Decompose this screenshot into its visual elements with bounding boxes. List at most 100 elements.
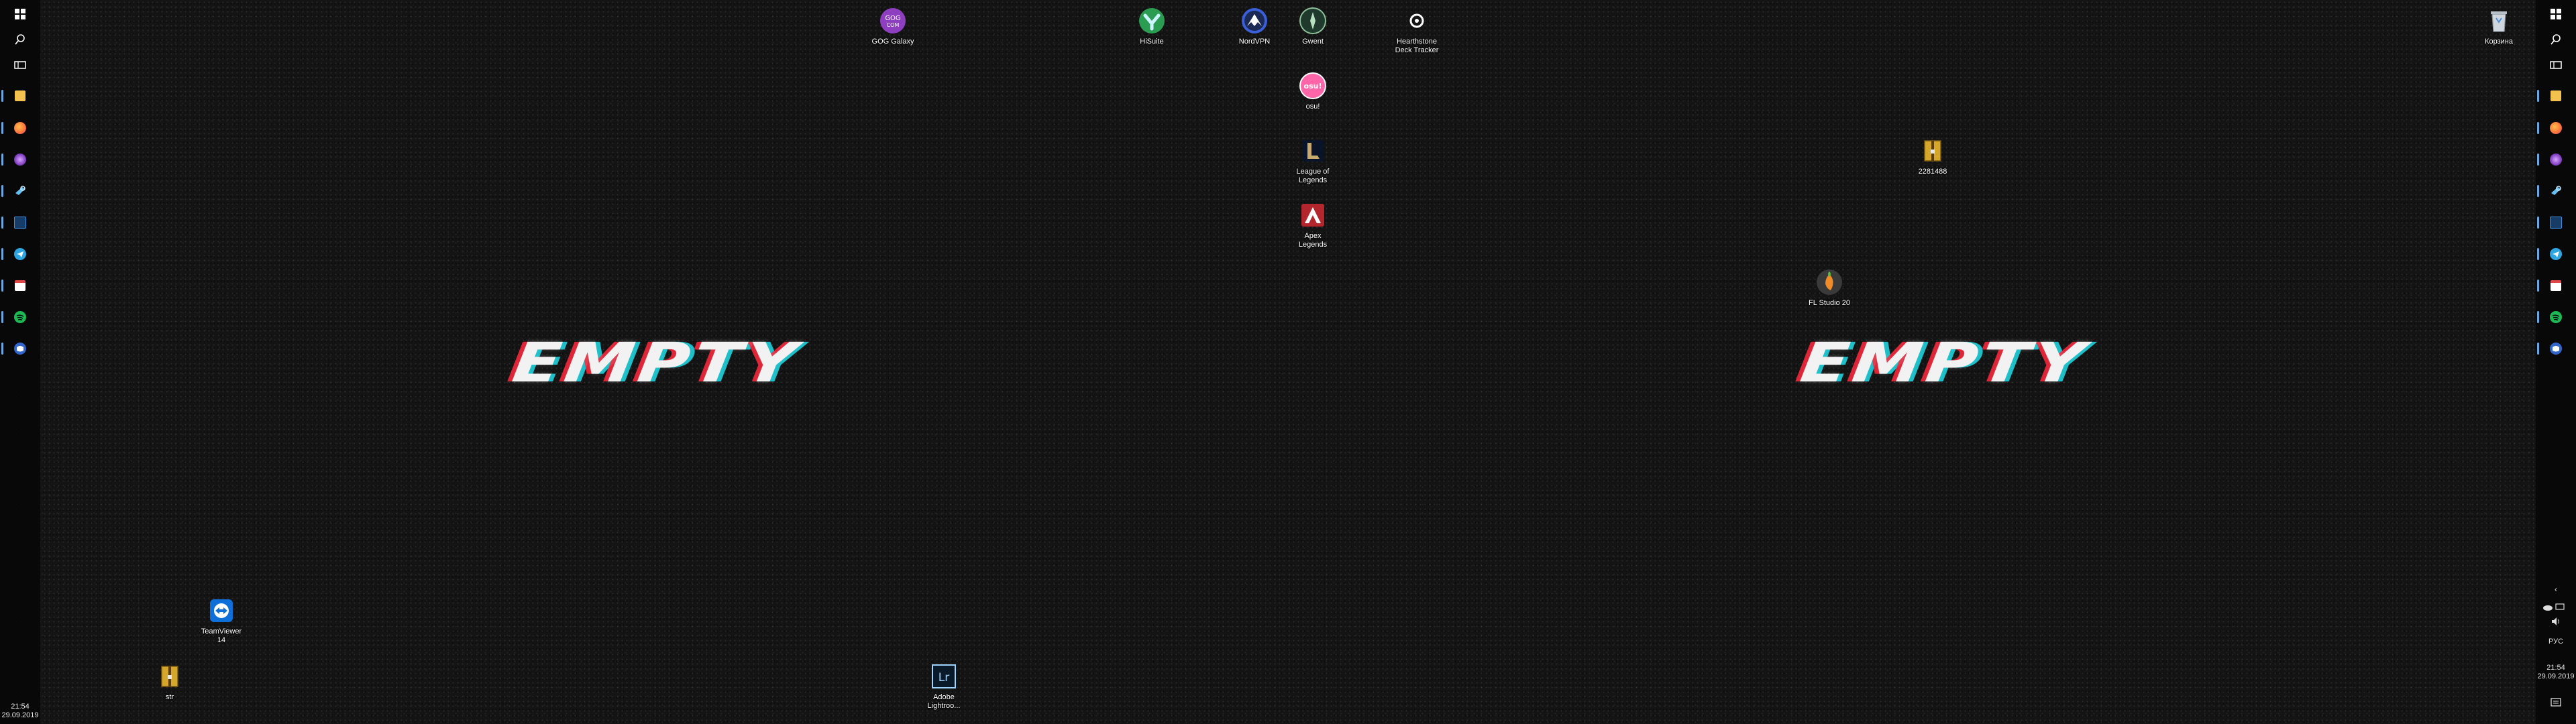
- tray-onedrive-network-icons[interactable]: [2542, 602, 2569, 611]
- volume-icon: [2552, 617, 2559, 625]
- desktop-icon-gwent[interactable]: Gwent: [1283, 5, 1343, 46]
- clock-date: 29.09.2019: [2537, 672, 2575, 680]
- lightroom-icon: Lr: [928, 661, 959, 692]
- taskbar-dota[interactable]: [1, 213, 30, 233]
- wallpaper-empty-text-left: EMPTY: [508, 330, 804, 395]
- clock-right[interactable]: 21:54 29.09.2019: [2536, 664, 2576, 681]
- telegram-icon: [14, 248, 26, 260]
- svg-text:COM: COM: [887, 22, 900, 28]
- archive-icon: [1917, 135, 1948, 166]
- start-icon: [15, 9, 25, 19]
- taskbar-telegram-right[interactable]: [2537, 244, 2566, 264]
- start-button[interactable]: [10, 4, 30, 24]
- taskbar-spotify-right[interactable]: [2537, 307, 2566, 327]
- taskbar-telegram[interactable]: [1, 244, 30, 264]
- search-button-right[interactable]: [2546, 29, 2566, 50]
- desktop-icon-label: HiSuite: [1140, 38, 1164, 46]
- desktop-icon-adobe-lightroom[interactable]: Lr Adobe Lightroo...: [914, 661, 974, 711]
- wallpaper-empty-text-right: EMPTY: [1796, 330, 2092, 395]
- task-view-button[interactable]: [10, 55, 30, 75]
- taskbar-steam-right[interactable]: [2537, 181, 2566, 201]
- desktop-icon-hisuite[interactable]: HiSuite: [1122, 5, 1182, 46]
- file-explorer-icon: [15, 90, 25, 101]
- desktop-icon-osu[interactable]: osu! osu!: [1283, 70, 1343, 111]
- taskbar-dota-right[interactable]: [2537, 213, 2566, 233]
- desktop-icon-label: GOG Galaxy: [871, 38, 914, 46]
- desktop-icon-fl-studio[interactable]: FL Studio 20: [1799, 267, 1860, 308]
- firefox-icon: [14, 122, 26, 134]
- taskbar-discord-right[interactable]: [2537, 339, 2566, 359]
- desktop-icon-teamviewer[interactable]: TeamViewer 14: [191, 595, 252, 645]
- language-indicator[interactable]: РУС: [2536, 638, 2576, 646]
- taskbar-discord[interactable]: [1, 339, 30, 359]
- hisuite-icon: [1136, 5, 1167, 36]
- tray-overflow-button[interactable]: ‹: [2536, 585, 2576, 594]
- desktop-icon-recycle-bin[interactable]: Корзина: [2469, 5, 2529, 46]
- spotify-icon: [2550, 311, 2562, 323]
- desktop-icon-label: Корзина: [2485, 38, 2513, 46]
- taskbar-file-explorer-right[interactable]: [2537, 86, 2566, 106]
- start-icon: [2551, 9, 2561, 19]
- desktop-icon-str[interactable]: str: [140, 661, 200, 702]
- start-button-right[interactable]: [2546, 4, 2566, 24]
- desktop-icon-label: osu!: [1305, 103, 1320, 111]
- taskbar-spotify[interactable]: [1, 307, 30, 327]
- taskbar-calendar-app[interactable]: [1, 276, 30, 296]
- telegram-icon: [2550, 248, 2562, 260]
- desktop-icon-label: Hearthstone Deck Tracker: [1395, 38, 1439, 54]
- gwent-icon: [1297, 5, 1328, 36]
- nordvpn-icon: [1239, 5, 1270, 36]
- archive-icon: [154, 661, 185, 692]
- taskbar-tor-browser[interactable]: [1, 149, 30, 170]
- steam-icon: [2551, 186, 2561, 195]
- taskbar-firefox[interactable]: [1, 118, 30, 138]
- taskbar-file-explorer[interactable]: [1, 86, 30, 106]
- teamviewer-icon: [206, 595, 237, 626]
- svg-text:GOG: GOG: [885, 15, 900, 22]
- desktop-icon-nordvpn[interactable]: NordVPN: [1224, 5, 1285, 46]
- desktop-icon-league-of-legends[interactable]: League of Legends: [1283, 135, 1343, 185]
- taskbar-steam[interactable]: [1, 181, 30, 201]
- tray-volume-button[interactable]: [2536, 617, 2576, 628]
- taskbar-tor-browser-right[interactable]: [2537, 149, 2566, 170]
- dota-icon: [14, 217, 26, 229]
- discord-icon: [14, 343, 26, 355]
- firefox-icon: [2550, 122, 2562, 134]
- taskbar-right: ‹ РУС 21:54 29.09.2019: [2536, 0, 2576, 724]
- desktop-icon-label: Gwent: [1302, 38, 1324, 46]
- recycle-bin-icon: [2483, 5, 2514, 36]
- task-view-icon: [2550, 61, 2562, 69]
- gog-galaxy-icon: GOG COM: [877, 5, 908, 36]
- clock-left[interactable]: 21:54 29.09.2019: [0, 703, 40, 720]
- deck-tracker-icon: [1401, 5, 1432, 36]
- desktop-icon-label: FL Studio 20: [1809, 299, 1850, 307]
- desktop-icon-2281488[interactable]: 2281488: [1902, 135, 1963, 176]
- task-view-icon: [14, 61, 26, 69]
- desktop-icon-hearthstone-deck-tracker[interactable]: Hearthstone Deck Tracker: [1387, 5, 1447, 55]
- chevron-left-icon: ‹: [2555, 585, 2557, 594]
- fl-studio-icon: [1814, 267, 1845, 298]
- tor-browser-icon: [14, 154, 26, 166]
- desktop-icon-label: Adobe Lightroo...: [927, 693, 961, 710]
- desktop-icon-gog-galaxy[interactable]: GOG COM GOG Galaxy: [863, 5, 923, 46]
- taskbar-left: 21:54 29.09.2019: [0, 0, 40, 724]
- taskbar-firefox-right[interactable]: [2537, 118, 2566, 138]
- search-button[interactable]: [10, 29, 30, 50]
- desktop-icon-label: League of Legends: [1296, 168, 1330, 184]
- desktop-icon-label: 2281488: [1918, 168, 1947, 176]
- search-icon: [15, 34, 25, 45]
- discord-icon: [2550, 343, 2562, 355]
- apex-legends-icon: [1297, 200, 1328, 231]
- svg-text:Lr: Lr: [938, 671, 949, 684]
- league-of-legends-icon: [1297, 135, 1328, 166]
- clock-time: 21:54: [11, 703, 30, 711]
- calendar-app-icon: [15, 280, 25, 291]
- action-center-button[interactable]: [2536, 697, 2576, 710]
- desktop-icon-label: str: [165, 693, 174, 701]
- desktop-icon-label: TeamViewer 14: [201, 627, 242, 644]
- svg-text:osu!: osu!: [1304, 82, 1322, 90]
- taskbar-calendar-app-right[interactable]: [2537, 276, 2566, 296]
- desktop-icon-apex-legends[interactable]: Apex Legends: [1283, 200, 1343, 249]
- search-icon: [2551, 34, 2561, 45]
- task-view-button-right[interactable]: [2546, 55, 2566, 75]
